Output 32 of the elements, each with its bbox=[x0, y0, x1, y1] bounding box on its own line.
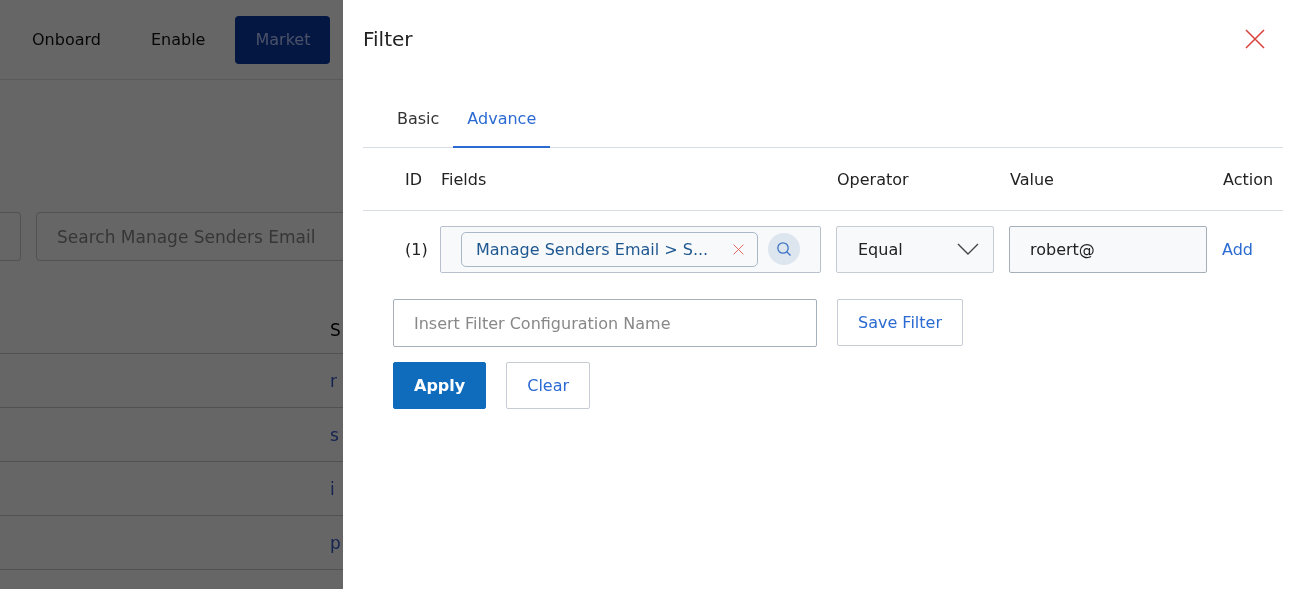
value-input[interactable]: robert@ bbox=[1009, 225, 1207, 273]
nav-tab[interactable]: Onboard bbox=[12, 15, 121, 64]
fields-input[interactable]: Manage Senders Email > S... bbox=[440, 225, 821, 273]
remove-chip-button[interactable] bbox=[732, 242, 745, 256]
close-icon bbox=[732, 242, 745, 256]
tab[interactable]: Advance bbox=[453, 90, 551, 148]
add-link[interactable]: Add bbox=[1222, 239, 1253, 259]
column-header: Action bbox=[1223, 169, 1274, 189]
column-header: Value bbox=[1010, 169, 1054, 189]
nav-tab[interactable]: Enable bbox=[130, 15, 226, 64]
table-cell: r bbox=[330, 370, 337, 391]
save-filter-button[interactable]: Save Filter bbox=[837, 299, 963, 346]
table-cell: s bbox=[330, 424, 339, 445]
tab[interactable]: Basic bbox=[383, 90, 454, 148]
search-button[interactable] bbox=[768, 233, 800, 265]
column-header: Fields bbox=[441, 169, 487, 189]
config-name-input[interactable]: Insert Filter Configuration Name bbox=[393, 299, 817, 347]
close-button[interactable] bbox=[1243, 27, 1267, 51]
apply-button[interactable]: Apply bbox=[393, 362, 487, 409]
column-header: ID bbox=[405, 169, 423, 189]
chip-label: Manage Senders Email > S... bbox=[476, 239, 709, 259]
column-header: Operator bbox=[837, 169, 909, 189]
row-id: (1) bbox=[405, 239, 428, 259]
column-header: S bbox=[330, 319, 341, 340]
chevron-down-icon bbox=[957, 243, 979, 255]
clear-button[interactable]: Clear bbox=[506, 362, 591, 409]
drawer-title: Filter bbox=[363, 27, 413, 51]
operator-select[interactable]: Equal bbox=[836, 225, 994, 273]
close-icon bbox=[1243, 27, 1267, 51]
table-cell: p bbox=[330, 532, 341, 553]
table-cell: i bbox=[330, 478, 335, 499]
search-icon bbox=[776, 241, 792, 257]
